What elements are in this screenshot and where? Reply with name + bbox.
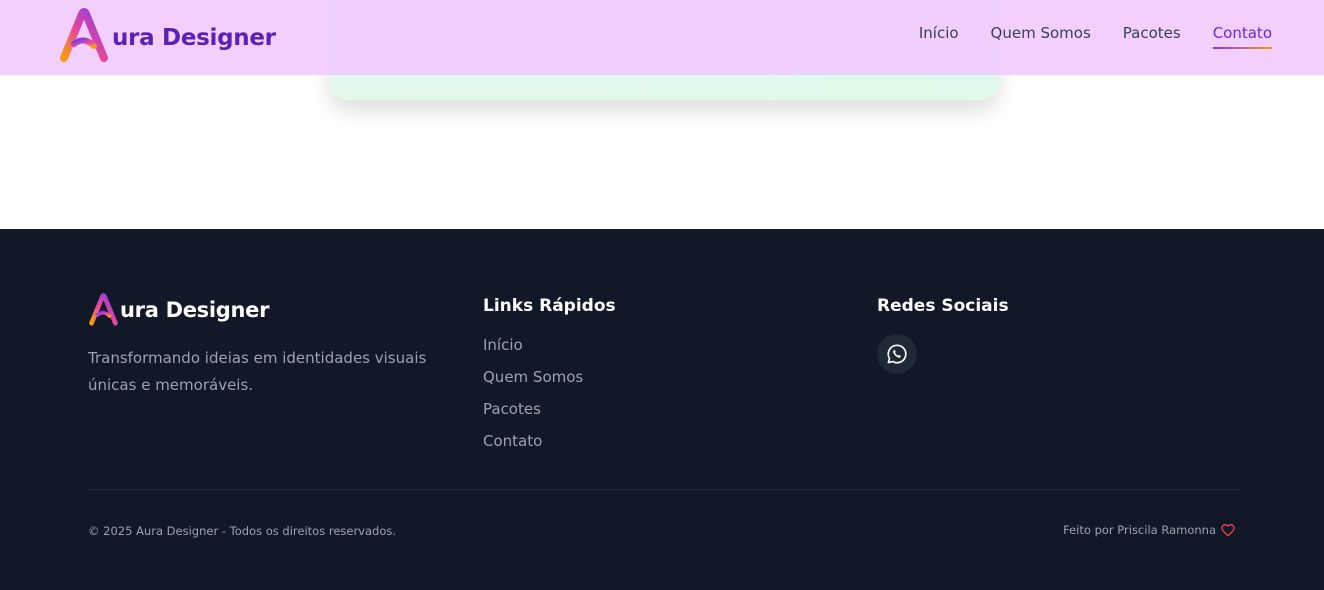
footer-brand-name: ura Designer xyxy=(120,298,270,322)
footer-social: Redes Sociais xyxy=(877,296,1009,374)
site-header: ura Designer Início Quem Somos Pacotes C… xyxy=(0,0,1324,75)
made-by-text: Feito por Priscila Ramonna xyxy=(1063,523,1216,537)
quick-links-heading: Links Rápidos xyxy=(483,296,616,316)
social-heading: Redes Sociais xyxy=(877,296,1009,316)
footer-brand-column: ura Designer Transformando ideias em ide… xyxy=(88,293,428,399)
footer-brand: ura Designer xyxy=(88,293,428,327)
nav-link-contato[interactable]: Contato xyxy=(1212,24,1273,49)
made-by-credit: Feito por Priscila Ramonna xyxy=(1063,522,1236,538)
brand-name: ura Designer xyxy=(112,25,276,51)
whatsapp-button[interactable] xyxy=(877,334,917,374)
main-nav: Início Quem Somos Pacotes Contato xyxy=(919,24,1273,49)
footer-link-quem-somos[interactable]: Quem Somos xyxy=(483,368,616,387)
nav-link-inicio[interactable]: Início xyxy=(919,24,959,46)
footer-link-pacotes[interactable]: Pacotes xyxy=(483,400,616,419)
footer-link-inicio[interactable]: Início xyxy=(483,336,616,355)
site-footer: ura Designer Transformando ideias em ide… xyxy=(0,229,1324,590)
footer-divider xyxy=(88,489,1240,490)
nav-link-pacotes[interactable]: Pacotes xyxy=(1123,24,1181,46)
heart-icon xyxy=(1221,523,1235,537)
whatsapp-icon xyxy=(887,344,907,364)
footer-description: Transformando ideias em identidades visu… xyxy=(88,349,427,394)
aura-logo-icon xyxy=(89,293,118,326)
footer-quick-links: Links Rápidos Início Quem Somos Pacotes … xyxy=(483,296,616,464)
copyright-text: © 2025 Aura Designer - Todos os direitos… xyxy=(88,524,397,538)
nav-link-quem-somos[interactable]: Quem Somos xyxy=(991,24,1091,46)
brand-logo-link[interactable]: ura Designer xyxy=(58,8,276,64)
aura-logo-icon xyxy=(60,8,108,62)
footer-link-contato[interactable]: Contato xyxy=(483,432,616,451)
